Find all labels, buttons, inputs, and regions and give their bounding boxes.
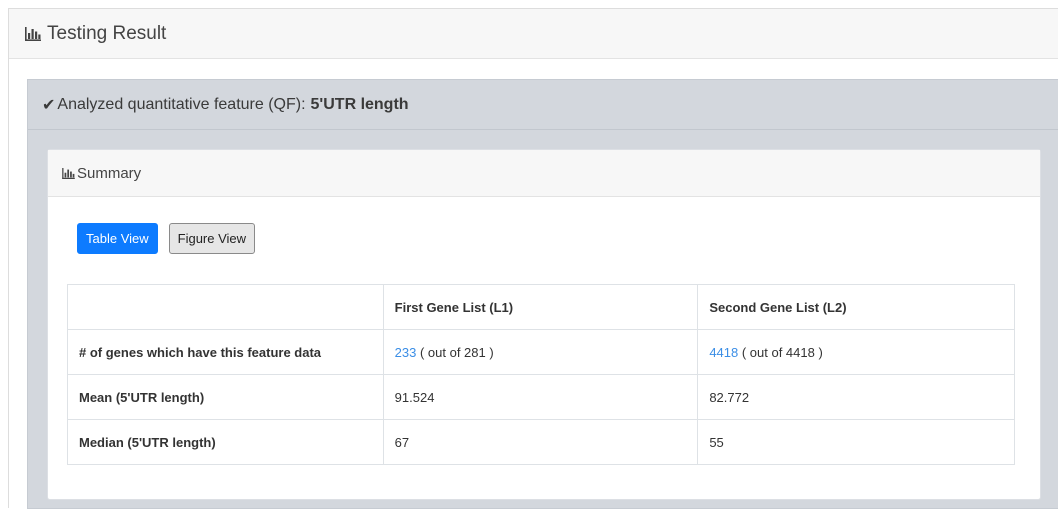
testing-result-panel: Testing Result ✔ Analyzed quantitative f…	[8, 8, 1058, 509]
summary-header: Summary	[48, 150, 1040, 197]
cell-l1-median: 67	[382, 419, 699, 465]
testing-result-title: Testing Result	[47, 22, 167, 44]
table-header-empty	[67, 284, 384, 330]
cell-l1-gene-count: 233 ( out of 281 )	[382, 329, 699, 375]
view-toggle: Table View Figure View	[77, 223, 256, 254]
qf-label: Analyzed quantitative feature (QF):	[57, 95, 306, 113]
bar-chart-icon	[62, 167, 75, 179]
table-row: Median (5'UTR length) 67 55	[67, 419, 1015, 465]
row-label-median: Median (5'UTR length)	[67, 419, 384, 465]
testing-result-header: Testing Result	[9, 9, 1058, 59]
l2-gene-count-suffix: ( out of 4418 )	[738, 344, 823, 360]
table-row: Mean (5'UTR length) 91.524 82.772	[67, 374, 1015, 420]
l1-gene-count-link[interactable]: 233	[395, 345, 417, 360]
qf-value: 5'UTR length	[310, 95, 409, 113]
check-icon: ✔	[42, 96, 56, 114]
results-table: First Gene List (L1) Second Gene List (L…	[67, 284, 1015, 465]
table-header-l1: First Gene List (L1)	[382, 284, 699, 330]
summary-card: Summary Table View Figure View First Gen…	[47, 149, 1041, 500]
row-label-mean: Mean (5'UTR length)	[67, 374, 384, 420]
row-label-gene-count: # of genes which have this feature data	[67, 329, 384, 375]
summary-title: Summary	[77, 164, 142, 182]
cell-l2-gene-count: 4418 ( out of 4418 )	[697, 329, 1015, 375]
cell-l2-median: 55	[697, 419, 1015, 465]
qf-header: ✔ Analyzed quantitative feature (QF): 5'…	[28, 80, 1058, 130]
l2-gene-count-link[interactable]: 4418	[709, 345, 738, 360]
table-header-l2: Second Gene List (L2)	[697, 284, 1015, 330]
cell-l2-mean: 82.772	[697, 374, 1015, 420]
l1-gene-count-suffix: ( out of 281 )	[416, 344, 494, 360]
table-header-row: First Gene List (L1) Second Gene List (L…	[67, 284, 1015, 330]
figure-view-button[interactable]: Figure View	[168, 223, 256, 254]
bar-chart-icon	[25, 26, 41, 41]
table-row: # of genes which have this feature data …	[67, 329, 1015, 375]
qf-panel: ✔ Analyzed quantitative feature (QF): 5'…	[27, 79, 1058, 509]
table-view-button[interactable]: Table View	[77, 223, 158, 254]
cell-l1-mean: 91.524	[382, 374, 699, 420]
